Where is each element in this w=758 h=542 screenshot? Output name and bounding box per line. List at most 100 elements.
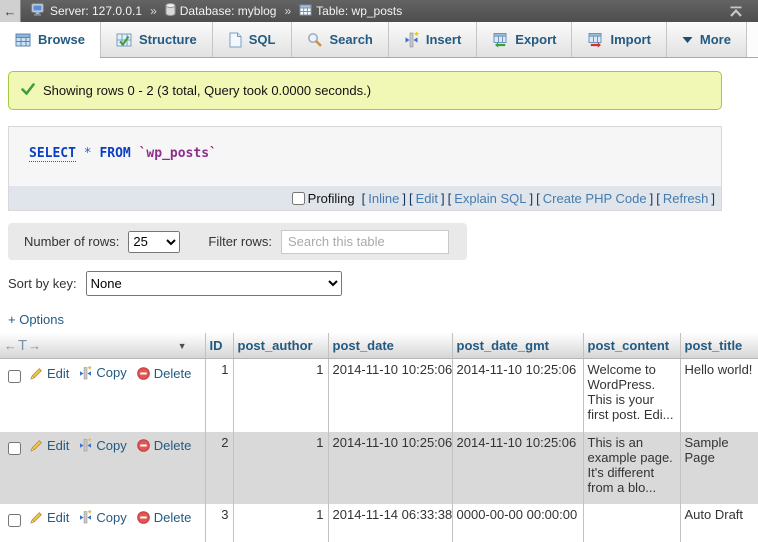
edit-row-link[interactable]: Edit (30, 438, 69, 453)
column-nav-control[interactable]: ←T→ (4, 337, 41, 354)
cell-post-content: This is an example page. It's different … (583, 432, 680, 504)
tab-label: Export (515, 32, 556, 47)
delete-label: Delete (154, 510, 192, 525)
tab-bar: Browse Structure SQL Search Insert Expor… (0, 22, 758, 58)
refresh-link[interactable]: Refresh (663, 191, 709, 206)
bracket: ] (402, 191, 406, 206)
column-header-post-date-gmt[interactable]: post_date_gmt (452, 333, 583, 359)
cell-post-content (583, 504, 680, 542)
sql-keyword-from: FROM (99, 146, 130, 161)
delete-label: Delete (154, 438, 192, 453)
chevron-down-icon (682, 36, 693, 44)
breadcrumb-bar: ← Server: 127.0.0.1 » Database: myblog »… (0, 0, 758, 22)
tab-label: Import (610, 32, 650, 47)
delete-icon (137, 367, 150, 380)
cell-post-title: Hello world! (680, 359, 758, 432)
breadcrumb-database[interactable]: Database: myblog (165, 3, 277, 19)
cell-id: 3 (205, 504, 233, 542)
import-icon (587, 32, 603, 48)
tab-more[interactable]: More (667, 22, 747, 57)
copy-icon (79, 438, 92, 452)
sql-star: * (84, 146, 92, 161)
rows-count-select[interactable]: 25 (128, 231, 180, 253)
edit-row-link[interactable]: Edit (30, 510, 69, 525)
bracket: ] (711, 191, 715, 206)
edit-row-link[interactable]: Edit (30, 366, 69, 381)
nav-left-arrow-icon: ← (4, 338, 17, 353)
table-row: EditCopyDelete 3 1 2014-11-14 06:33:38 0… (0, 504, 758, 542)
column-header-id[interactable]: ID (205, 333, 233, 359)
cell-post-author: 1 (233, 504, 328, 542)
sql-keyword-select: SELECT (29, 146, 76, 162)
copy-icon (79, 366, 92, 380)
column-header-post-date[interactable]: post_date (328, 333, 452, 359)
sql-page-icon (228, 32, 242, 48)
cell-post-date: 2014-11-14 06:33:38 (328, 504, 452, 542)
edit-label: Edit (47, 366, 69, 381)
inline-link[interactable]: Inline (368, 191, 399, 206)
browse-table-icon (15, 32, 31, 48)
sort-descending-icon[interactable]: ▼ (178, 341, 187, 351)
breadcrumb-table[interactable]: Table: wp_posts (299, 4, 402, 19)
bracket: [ (656, 191, 660, 206)
cell-post-title: Sample Page (680, 432, 758, 504)
filter-rows-label: Filter rows: (208, 234, 272, 249)
copy-row-link[interactable]: Copy (79, 365, 126, 380)
filter-rows-input[interactable] (281, 230, 449, 254)
row-actions: Edit Copy Delete (0, 504, 205, 542)
search-icon (307, 32, 323, 48)
copy-row-link[interactable]: Copy (79, 510, 126, 525)
cell-post-date: 2014-11-10 10:25:06 (328, 432, 452, 504)
table-row: EditCopyDelete 2 1 2014-11-10 10:25:06 2… (0, 432, 758, 504)
create-php-code-link[interactable]: Create PHP Code (543, 191, 647, 206)
profiling-checkbox[interactable] (292, 192, 305, 205)
delete-row-link[interactable]: Delete (137, 366, 192, 381)
delete-row-link[interactable]: Delete (137, 438, 192, 453)
profiling-label: Profiling (308, 191, 355, 206)
tab-sql[interactable]: SQL (213, 22, 292, 57)
bracket: [ (448, 191, 452, 206)
row-checkbox[interactable] (8, 370, 21, 383)
results-table: ←T→ ▼ ID post_author post_date post_date… (0, 333, 758, 542)
delete-row-link[interactable]: Delete (137, 510, 192, 525)
cell-id: 1 (205, 359, 233, 432)
collapse-panel-icon[interactable] (728, 6, 744, 17)
row-actions: Edit Copy Delete (0, 359, 205, 432)
tab-insert[interactable]: Insert (389, 22, 477, 57)
bracket: ] (530, 191, 534, 206)
row-checkbox[interactable] (8, 514, 21, 527)
explain-sql-link[interactable]: Explain SQL (454, 191, 526, 206)
bracket: ] (441, 191, 445, 206)
back-button[interactable]: ← (0, 0, 21, 22)
bracket: [ (362, 191, 366, 206)
edit-query-link[interactable]: Edit (416, 191, 438, 206)
insert-icon (404, 32, 419, 48)
breadcrumb-server[interactable]: Server: 127.0.0.1 (31, 3, 142, 20)
rows-filter-bar: Number of rows: 25 Filter rows: (8, 223, 467, 260)
row-checkbox[interactable] (8, 442, 21, 455)
options-toggle-link[interactable]: + Options (8, 312, 64, 327)
table-row: EditCopyDelete 1 1 2014-11-10 10:25:06 2… (0, 359, 758, 432)
copy-row-link[interactable]: Copy (79, 438, 126, 453)
column-header-post-content[interactable]: post_content (583, 333, 680, 359)
copy-icon (79, 510, 92, 524)
sql-query-text: SELECT * FROM `wp_posts` (9, 127, 721, 186)
tab-browse[interactable]: Browse (0, 22, 101, 57)
table-header-row: ←T→ ▼ ID post_author post_date post_date… (0, 333, 758, 359)
tab-structure[interactable]: Structure (101, 22, 213, 57)
sort-by-key-row: Sort by key: None (8, 271, 758, 296)
tab-export[interactable]: Export (477, 22, 572, 57)
column-header-post-title[interactable]: post_title (680, 333, 758, 359)
copy-label: Copy (96, 438, 126, 453)
column-header-post-author[interactable]: post_author (233, 333, 328, 359)
tab-label: Search (330, 32, 373, 47)
tab-search[interactable]: Search (292, 22, 389, 57)
nav-t-icon: T (18, 337, 27, 354)
copy-label: Copy (96, 365, 126, 380)
export-icon (492, 32, 508, 48)
tab-label: More (700, 32, 731, 47)
sort-by-key-select[interactable]: None (86, 271, 342, 296)
tab-import[interactable]: Import (572, 22, 666, 57)
nav-right-arrow-icon: → (28, 338, 41, 353)
pencil-icon (30, 367, 43, 380)
